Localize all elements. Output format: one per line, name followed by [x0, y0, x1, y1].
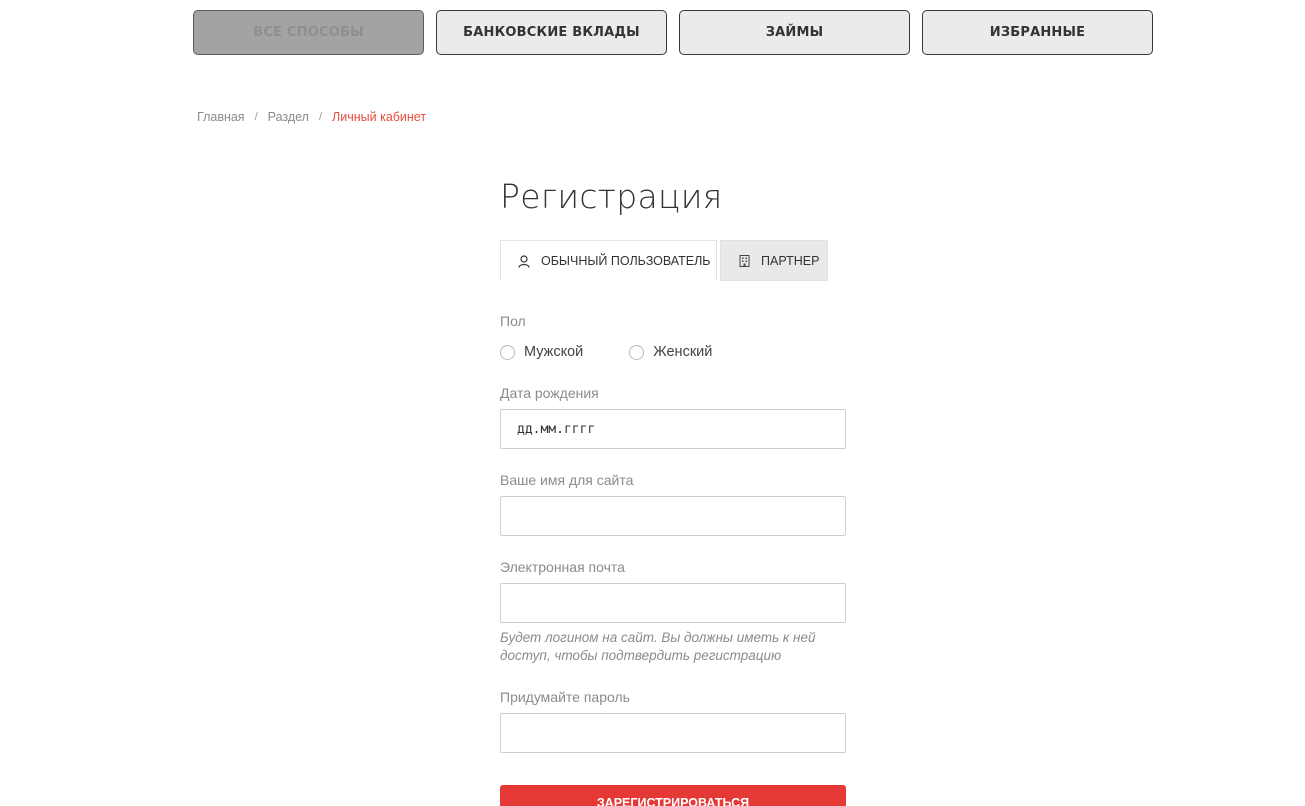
tab-label: ОБЫЧНЫЙ ПОЛЬЗОВАТЕЛЬ: [541, 254, 711, 268]
page-title: Регистрация: [500, 177, 723, 216]
site-name-input[interactable]: [500, 496, 846, 536]
dob-placeholder: дд.мм.гггг: [517, 421, 596, 437]
radio-button[interactable]: [629, 344, 645, 360]
page: ВСЕ СПОСОБЫ БАНКОВСКИЕ ВКЛАДЫ ЗАЙМЫ ИЗБР…: [0, 0, 1305, 806]
email-input[interactable]: [500, 583, 846, 623]
site-name-label: Ваше имя для сайта: [500, 472, 634, 488]
breadcrumb-separator: /: [254, 111, 258, 123]
email-hint: Будет логином на сайт. Вы должны иметь к…: [500, 630, 816, 663]
gender-label: Пол: [500, 313, 526, 329]
breadcrumb-link-home[interactable]: Главная: [197, 110, 245, 124]
gender-option-female[interactable]: Женский: [629, 344, 712, 360]
dob-label: Дата рождения: [500, 385, 599, 401]
nav-button-all-methods[interactable]: ВСЕ СПОСОБЫ: [193, 10, 424, 55]
breadcrumb-current: Личный кабинет: [332, 110, 427, 124]
dob-input[interactable]: дд.мм.гггг: [500, 409, 846, 449]
nav-button-loans[interactable]: ЗАЙМЫ: [679, 10, 910, 55]
radio-label: Женский: [653, 344, 713, 360]
user-icon: [518, 254, 530, 268]
register-button[interactable]: ЗАРЕГИСТРИРОВАТЬСЯ: [500, 785, 846, 806]
password-label: Придумайте пароль: [500, 689, 630, 705]
tab-partner[interactable]: ПАРТНЕР: [720, 240, 828, 281]
breadcrumb-link-section[interactable]: Раздел: [268, 110, 309, 124]
gender-option-male[interactable]: Мужской: [500, 344, 583, 360]
tab-regular-user[interactable]: ОБЫЧНЫЙ ПОЛЬЗОВАТЕЛЬ: [500, 240, 717, 281]
breadcrumb: Главная / Раздел / Личный кабинет: [197, 110, 426, 124]
breadcrumb-separator: /: [318, 111, 323, 123]
tab-label: ПАРТНЕР: [761, 253, 820, 268]
radio-label: Мужской: [524, 344, 584, 360]
email-label: Электронная почта: [500, 559, 625, 575]
nav-button-favorites[interactable]: ИЗБРАННЫЕ: [922, 10, 1153, 55]
registration-form: Регистрация ОБЫЧНЫЙ ПОЛЬЗОВАТЕЛЬ ПАРТНЕР…: [500, 172, 846, 753]
building-icon: [738, 254, 750, 268]
category-nav: ВСЕ СПОСОБЫ БАНКОВСКИЕ ВКЛАДЫ ЗАЙМЫ ИЗБР…: [193, 10, 1153, 55]
nav-button-bank-deposits[interactable]: БАНКОВСКИЕ ВКЛАДЫ: [436, 10, 667, 55]
account-type-tabs: ОБЫЧНЫЙ ПОЛЬЗОВАТЕЛЬ ПАРТНЕР: [500, 240, 846, 281]
password-input[interactable]: [500, 713, 846, 753]
radio-button[interactable]: [500, 344, 515, 360]
gender-radio-group: Мужской Женский: [500, 341, 846, 363]
